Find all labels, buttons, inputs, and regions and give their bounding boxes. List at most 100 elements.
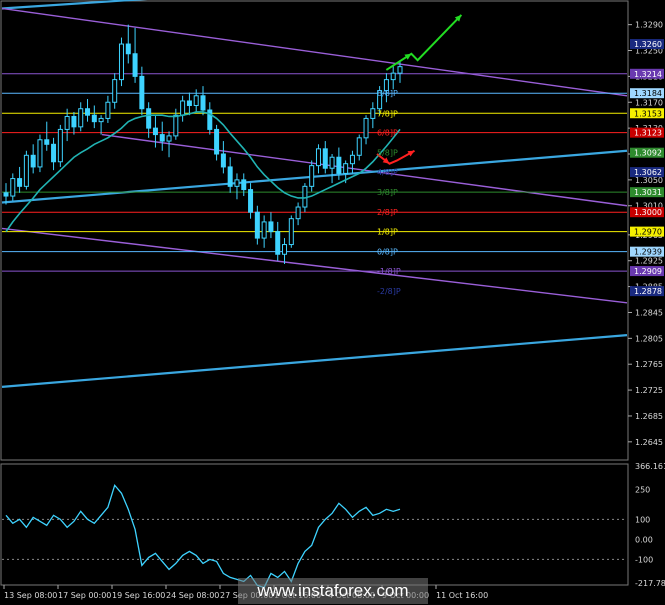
price-tag-label: 1.3184 (634, 89, 662, 98)
candle-body (125, 43, 131, 55)
candle-body (112, 79, 118, 103)
price-tag-label: 1.2878 (634, 287, 662, 296)
candle-body (227, 166, 233, 187)
murrey-label: 8/8]P (377, 89, 398, 98)
price-tag-label: 1.3062 (634, 168, 662, 177)
price-tick-label: 1.2645 (635, 438, 663, 447)
candle-body (220, 153, 226, 168)
price-tick-label: 1.2845 (635, 308, 663, 317)
trend-line-1 (1, 7, 628, 97)
candle-body (30, 154, 36, 168)
oscillator-plot (2, 483, 627, 589)
candle-body (214, 128, 220, 155)
murrey-label: 5/8]P (377, 149, 398, 158)
murrey-label: 6/8]P (377, 129, 398, 138)
price-tick-label: 1.2765 (635, 360, 663, 369)
price-tag-label: 1.3260 (634, 40, 662, 49)
candle-body (51, 143, 57, 163)
price-tag-label: 1.2970 (634, 228, 662, 237)
candle-body (166, 135, 172, 142)
price-tag-label: 1.2939 (634, 248, 662, 257)
candle-body (118, 43, 124, 81)
candle-body (200, 95, 206, 111)
candle-body (85, 108, 91, 116)
candle-body (193, 95, 199, 106)
price-tag-label: 1.3092 (634, 149, 662, 158)
candle-body (57, 128, 63, 163)
candle-body (44, 139, 50, 145)
time-tick-label: 11 Oct 16:00 (436, 591, 488, 600)
forecast-arrow-0 (385, 14, 463, 71)
candle-body (295, 206, 301, 220)
murrey-label: 0/8]P (377, 248, 398, 257)
murrey-label: 7/8]P (377, 109, 398, 118)
candle-body (132, 53, 138, 77)
price-tick-label: 1.2925 (635, 257, 663, 266)
price-tick-label: 1.2805 (635, 334, 663, 343)
candle-body (268, 221, 274, 233)
candle-body (288, 218, 294, 246)
main-plot: 8/8]P 7/8]P 6/8]P 5/8]P 4/8]P 3/8]P 2/8]P 1/8]P… (1, 0, 628, 388)
price-tag-label: 1.3214 (634, 70, 662, 79)
oscillator-tick-label: -217.789 (635, 579, 665, 588)
oscillator-tick-label: -100 (635, 555, 653, 564)
price-tick-label: 1.2685 (635, 412, 663, 421)
candle-body (105, 101, 111, 119)
price-tick-label: 1.3050 (635, 176, 663, 185)
price-tag-label: 1.3123 (634, 129, 662, 138)
candle-body (315, 148, 321, 167)
candle-body (91, 114, 97, 123)
candle-body (248, 189, 254, 213)
candle-body (343, 163, 349, 174)
candle-body (254, 211, 260, 239)
murrey-label: 3/8]P (377, 188, 398, 197)
trend-line-3 (1, 227, 628, 304)
murrey-label: 2/8]P (377, 208, 398, 217)
candle-body (241, 179, 247, 191)
oscillator-tick-label: 366.161 (635, 462, 665, 471)
candle-body (180, 100, 186, 116)
time-tick-label: 13 Sep 08:00 (4, 591, 57, 600)
main-panel-border (0, 0, 629, 461)
murrey-label: -2/8]P (377, 287, 401, 296)
candle-body (186, 100, 192, 106)
oscillator-tick-label: 100 (635, 515, 650, 524)
time-tick-label: 17 Sep 00:00 (58, 591, 111, 600)
price-tick-label: 1.2725 (635, 386, 663, 395)
candle-body (173, 114, 179, 137)
candle-body (37, 139, 43, 168)
candle-body (3, 192, 9, 197)
oscillator-tick-label: 0.00 (635, 535, 653, 544)
candle-body (336, 156, 342, 174)
trend-line-5 (1, 334, 628, 388)
candle-body (309, 165, 315, 187)
candle-body (349, 154, 355, 165)
price-tag-label: 1.3153 (634, 109, 662, 118)
candle-body (159, 134, 165, 142)
price-axis: 1.32901.32501.32101.31701.31301.30901.30… (628, 21, 665, 588)
oscillator-line (5, 483, 401, 589)
candle-body (234, 179, 240, 187)
price-tag-label: 1.3031 (634, 188, 662, 197)
murrey-label: -1/8]P (377, 267, 401, 276)
candle-body (146, 108, 152, 129)
price-chart: 8/8]P 7/8]P 6/8]P 5/8]P 4/8]P 3/8]P 2/8]P 1/8]P… (0, 0, 665, 600)
murrey-label: 4/8]P (377, 168, 398, 177)
candle-body (71, 115, 77, 128)
time-tick-label: 24 Sep 08:00 (166, 591, 219, 600)
watermark: www.instaforex.com (238, 578, 428, 604)
candle-body (356, 137, 362, 156)
candle-body (397, 66, 403, 74)
candle-body (152, 127, 158, 136)
candle-body (78, 108, 84, 128)
oscillator-tick-label: 250 (635, 485, 650, 494)
price-tick-label: 1.3170 (635, 98, 663, 107)
candle-body (322, 148, 328, 169)
candle-body (139, 75, 145, 110)
candle-body (390, 72, 396, 81)
candle-body (98, 117, 104, 123)
candle-body (275, 231, 281, 255)
candle-body (282, 244, 288, 255)
price-tag-label: 1.3000 (634, 208, 662, 217)
candle-body (370, 108, 376, 119)
